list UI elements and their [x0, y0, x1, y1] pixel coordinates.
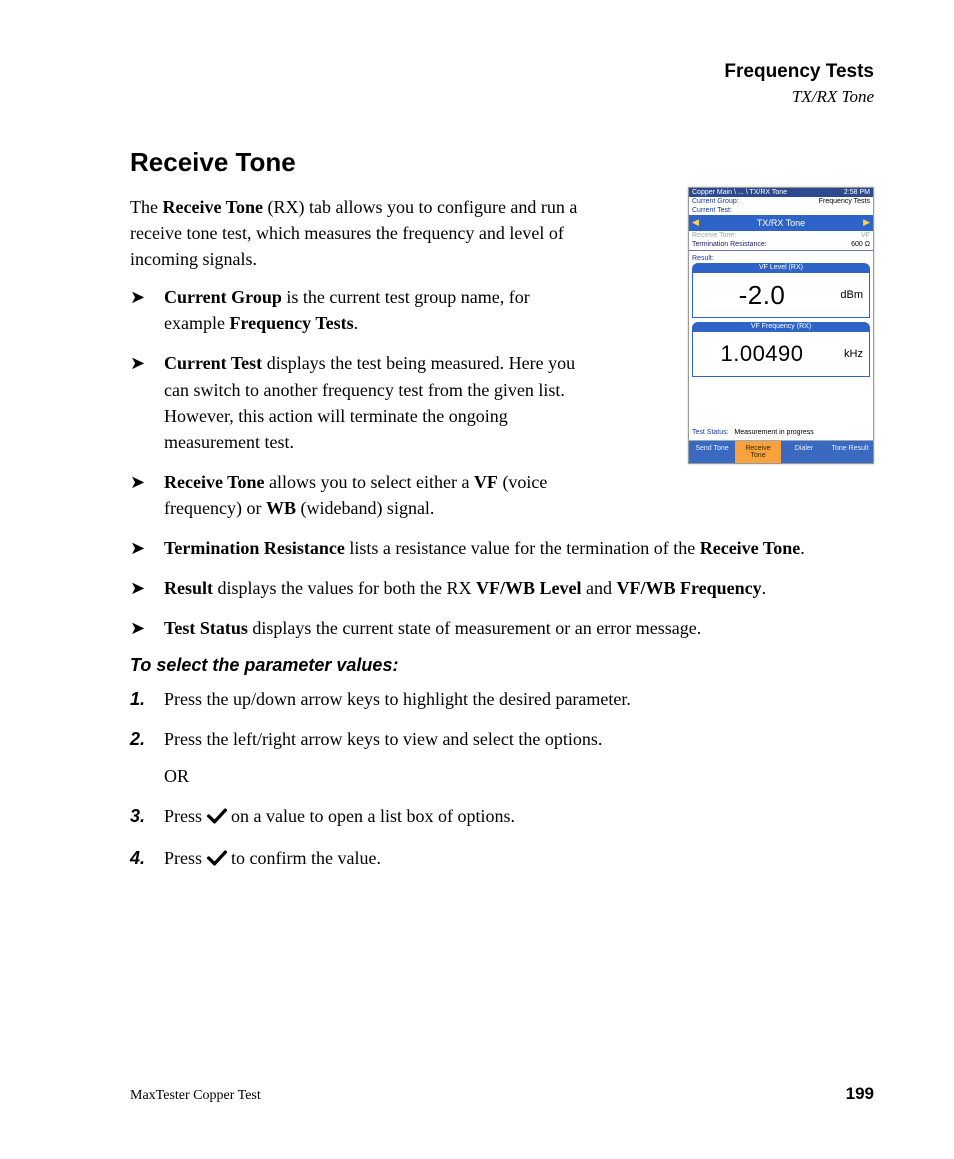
feature-termination: Termination Resistance lists a resistanc…	[130, 535, 874, 561]
device-tab-receive: Receive Tone	[735, 440, 781, 463]
device-term-value: 600 Ω	[851, 241, 870, 248]
feature-current-group: Current Group is the current test group …	[130, 284, 594, 336]
device-test-title: ◀ TX/RX Tone ▶	[689, 215, 873, 231]
intro-paragraph: The Receive Tone (RX) tab allows you to …	[130, 194, 590, 272]
check-icon	[207, 847, 227, 873]
nav-left-icon: ◀	[692, 217, 699, 228]
running-header: Frequency Tests TX/RX Tone	[130, 60, 874, 107]
device-tab-dialer: Dialer	[781, 440, 827, 463]
device-recv-value: VF	[861, 232, 870, 239]
chapter-title: Frequency Tests	[130, 60, 874, 84]
device-status-label: Test Status:	[692, 429, 729, 436]
section-title: TX/RX Tone	[130, 86, 874, 107]
instruction-steps: Press the up/down arrow keys to highligh…	[130, 686, 874, 872]
device-freq-unit: kHz	[844, 348, 863, 360]
footer-product: MaxTester Copper Test	[130, 1088, 261, 1104]
device-recv-label: Receive Tone:	[692, 232, 736, 239]
device-freq-value: 1.00490	[720, 341, 841, 367]
nav-right-icon: ▶	[863, 217, 870, 228]
device-level-unit: dBm	[840, 289, 863, 301]
step-2: Press the left/right arrow keys to view …	[130, 726, 874, 788]
device-level-head: VF Level (RX)	[692, 263, 870, 272]
device-freq-box: 1.00490 kHz	[692, 331, 870, 377]
device-status-value: Measurement in progress	[734, 429, 813, 436]
device-tab-result: Tone Result	[827, 440, 873, 463]
feature-result: Result displays the values for both the …	[130, 575, 874, 601]
device-screenshot: Copper Main \ ... \ TX/RX Tone 2:58 PM C…	[688, 187, 874, 464]
device-result-label: Result:	[689, 252, 873, 263]
step-or: OR	[164, 763, 874, 789]
footer-page-number: 199	[846, 1084, 874, 1104]
page-title: Receive Tone	[130, 147, 874, 178]
device-freq-head: VF Frequency (RX)	[692, 322, 870, 331]
page-footer: MaxTester Copper Test 199	[130, 1084, 874, 1104]
device-group-label: Current Group:	[692, 198, 739, 205]
step-1: Press the up/down arrow keys to highligh…	[130, 686, 874, 712]
device-breadcrumb: Copper Main \ ... \ TX/RX Tone	[692, 189, 787, 196]
feature-test-status: Test Status displays the current state o…	[130, 615, 874, 641]
device-level-box: -2.0 dBm	[692, 272, 870, 318]
step-4: Press to confirm the value.	[130, 845, 874, 873]
device-tab-send: Send Tone	[689, 440, 735, 463]
device-clock: 2:58 PM	[844, 189, 870, 196]
device-test-label: Current Test:	[692, 207, 732, 214]
check-icon	[207, 805, 227, 831]
device-tabs: Send Tone Receive Tone Dialer Tone Resul…	[689, 440, 873, 463]
feature-current-test: Current Test displays the test being mea…	[130, 350, 594, 454]
feature-receive-tone: Receive Tone allows you to select either…	[130, 469, 594, 521]
device-group-value: Frequency Tests	[819, 198, 870, 205]
step-3: Press on a value to open a list box of o…	[130, 803, 874, 831]
device-level-value: -2.0	[739, 280, 824, 311]
instruction-heading: To select the parameter values:	[130, 655, 874, 676]
device-term-label: Termination Resistance:	[692, 241, 767, 248]
